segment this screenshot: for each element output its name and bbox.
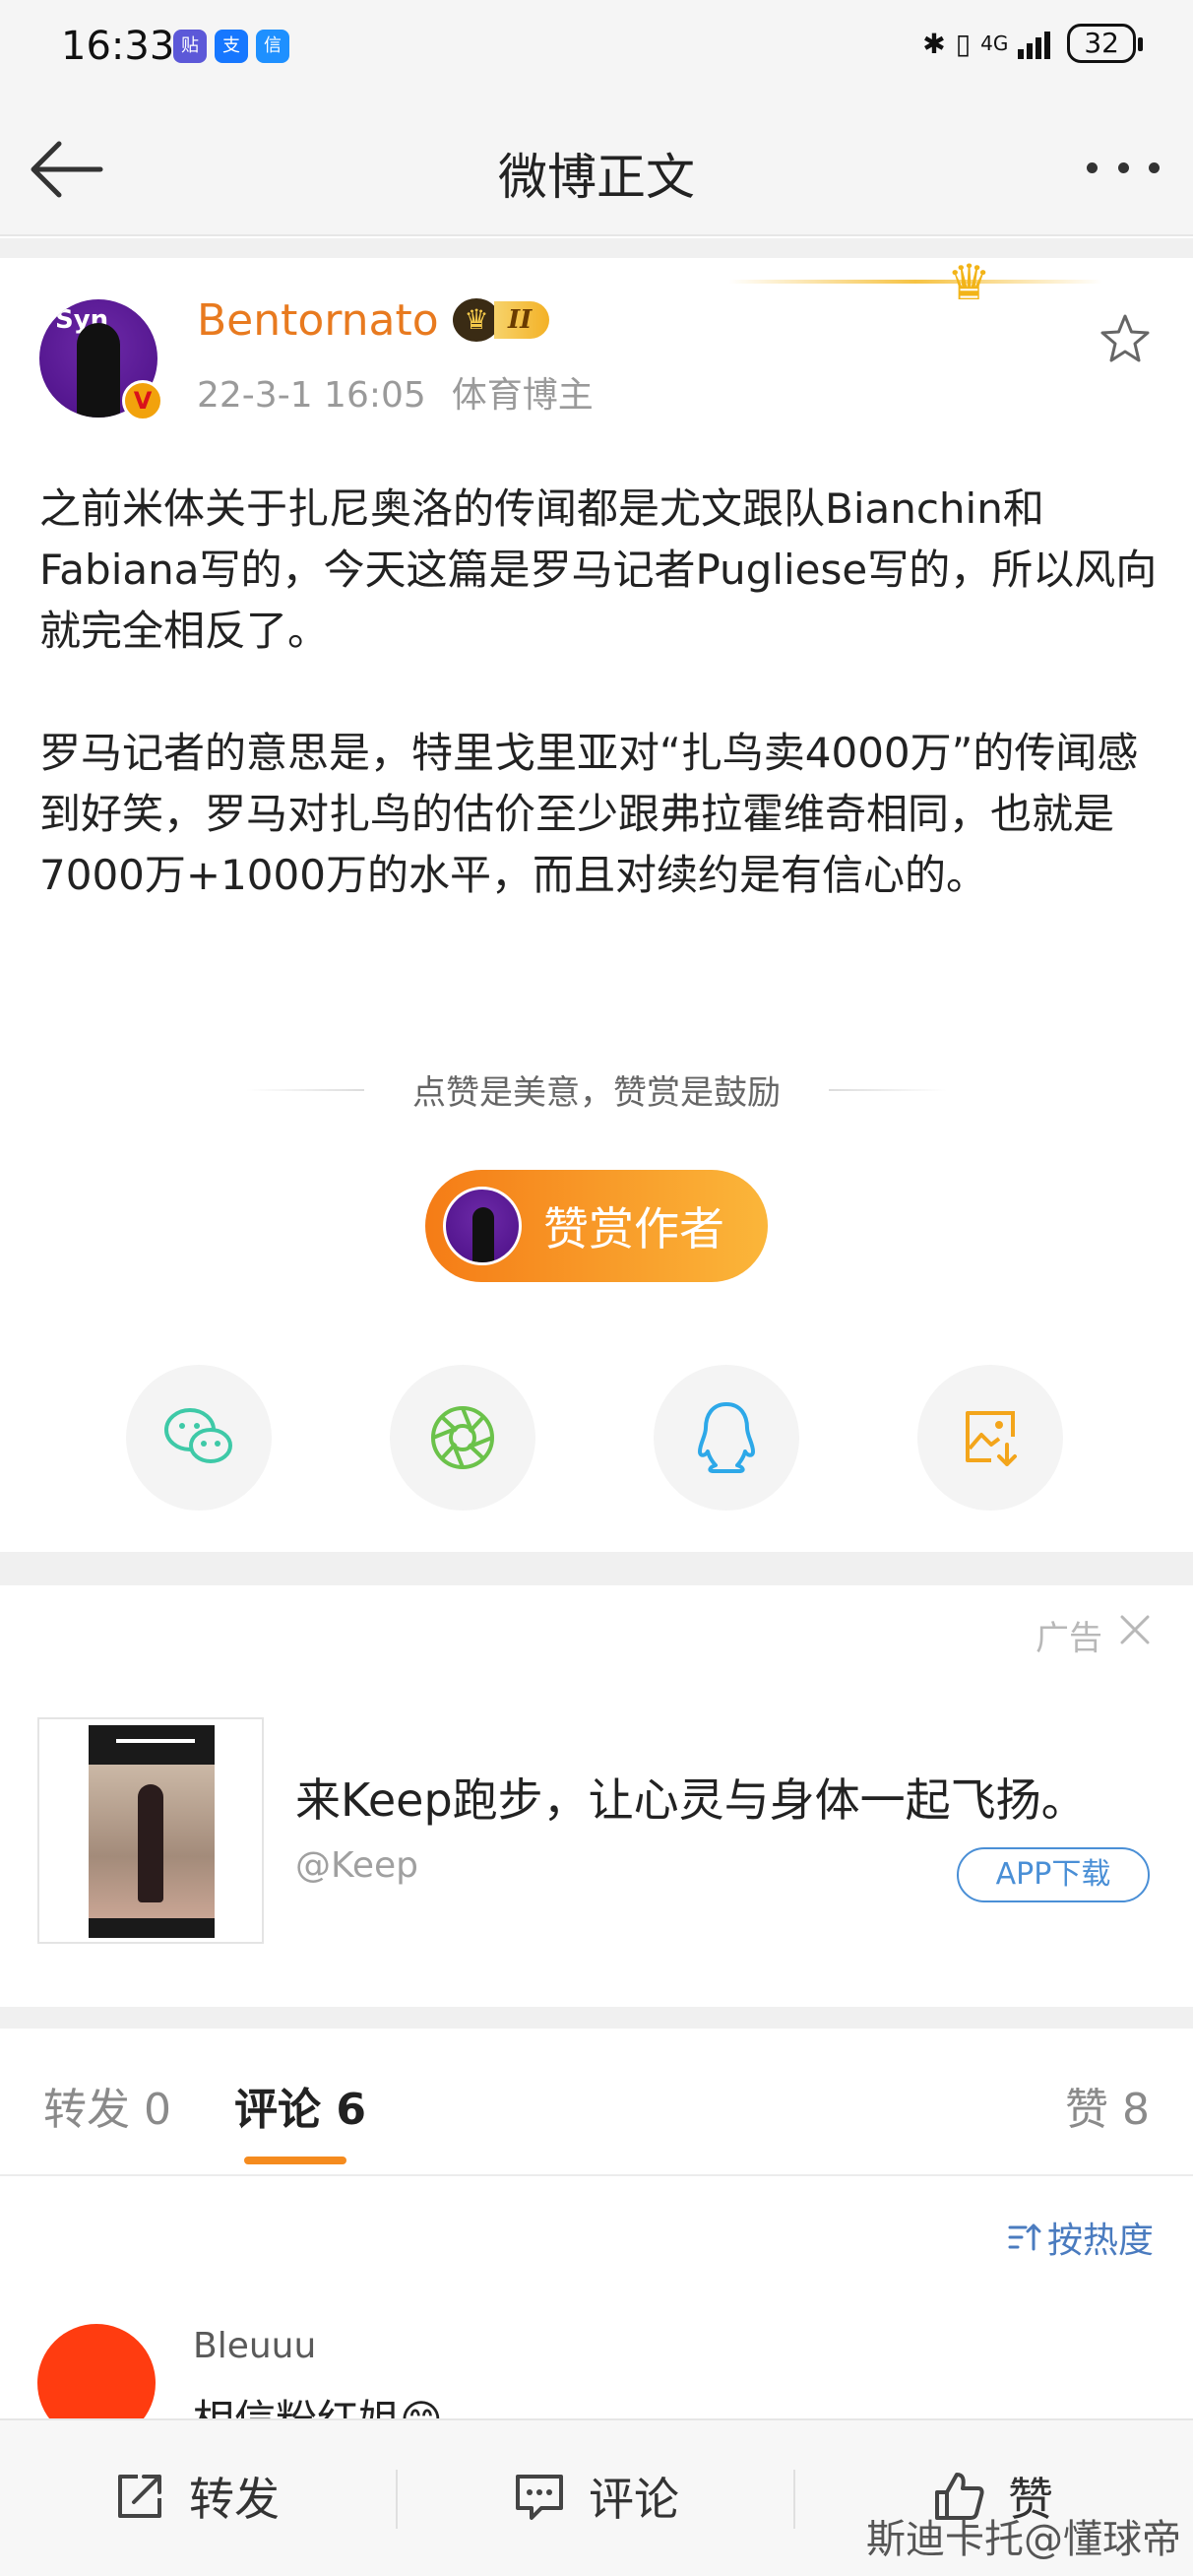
repost-icon: [118, 2475, 161, 2518]
message-app-icon: 信: [256, 30, 289, 63]
ad-card[interactable]: 广告 来Keep跑步，让心灵与身体一起飞扬。 @Keep APP下载: [0, 1585, 1193, 2007]
qq-icon: [698, 1402, 755, 1473]
author-name[interactable]: Bentornato: [197, 295, 439, 346]
tieba-app-icon: 贴: [173, 30, 207, 63]
section-divider: [0, 2007, 1193, 2029]
status-indicators: ✱ ▯ 4G 32: [922, 24, 1143, 63]
close-icon[interactable]: [1112, 1607, 1158, 1652]
ad-text[interactable]: 来Keep跑步，让心灵与身体一起飞扬。: [295, 1765, 1087, 1830]
status-time: 16:33: [61, 24, 175, 69]
post-date: 22-3-1 16:05: [197, 375, 426, 416]
comment-icon: [516, 2475, 563, 2520]
reward-hint: 点赞是美意，赞赏是鼓励: [412, 1073, 781, 1113]
tab-comments[interactable]: 评论 6: [234, 2074, 366, 2137]
post-content: 之前米体关于扎尼奥洛的传闻都是尤文跟队Bianchin和Fabiana写的，今天…: [39, 479, 1162, 906]
alipay-app-icon: 支: [215, 30, 248, 63]
divider: [396, 2470, 398, 2529]
network-label: 4G: [980, 32, 1009, 55]
ad-label: 广告: [1036, 1619, 1102, 1658]
reward-avatar: [443, 1187, 522, 1265]
moments-icon: [431, 1406, 494, 1469]
app-download-button[interactable]: APP下载: [957, 1847, 1150, 1902]
author-tag: 体育博主: [451, 375, 594, 416]
wechat-icon: [164, 1408, 232, 1463]
ad-handle[interactable]: @Keep: [295, 1845, 418, 1886]
more-dots-icon[interactable]: [1079, 138, 1167, 197]
signal-icon: [1018, 32, 1051, 59]
active-tab-indicator: [244, 2157, 346, 2164]
comment-button[interactable]: 评论: [512, 2464, 679, 2529]
verified-badge-icon: V: [122, 380, 163, 421]
reward-author-button[interactable]: 赞赏作者: [425, 1170, 768, 1282]
share-wechat-button[interactable]: [126, 1365, 272, 1511]
vip-badge[interactable]: ♛ II: [453, 297, 550, 343]
nav-bar: 微博正文: [0, 98, 1193, 236]
post-paragraph: 罗马记者的意思是，特里戈里亚对“扎鸟卖4000万”的传闻感到好笑，罗马对扎鸟的估…: [39, 729, 1139, 899]
favorite-star-icon[interactable]: [1097, 311, 1154, 368]
save-image-button[interactable]: [917, 1365, 1063, 1511]
section-divider: [0, 238, 1193, 258]
bluetooth-icon: ✱: [922, 27, 946, 60]
crown-decoration-icon: ♛: [947, 254, 991, 311]
tab-reposts[interactable]: 转发 0: [43, 2074, 171, 2137]
watermark: 斯迪卡托@懂球帝: [866, 2517, 1181, 2562]
section-divider: [0, 1552, 1193, 1585]
battery-indicator: 32: [1067, 24, 1143, 63]
post-paragraph: 之前米体关于扎尼奥洛的传闻都是尤文跟队Bianchin和Fabiana写的，今天…: [39, 484, 1158, 655]
share-moments-button[interactable]: [390, 1365, 535, 1511]
save-image-icon: [966, 1411, 1017, 1466]
page-title: 微博正文: [498, 149, 695, 206]
sort-by-hot-button[interactable]: 按热度: [1006, 2212, 1154, 2263]
post-meta: 22-3-1 16:05 体育博主: [197, 366, 594, 418]
sort-label: 按热度: [1046, 2221, 1154, 2261]
vip-crown-icon: ♛: [453, 298, 500, 342]
divider-line: [829, 1089, 947, 1091]
tab-likes[interactable]: 赞 8: [1065, 2074, 1150, 2137]
vip-level: II: [494, 301, 550, 339]
header-decoration: [728, 280, 1102, 284]
interaction-tabs: 转发 0 评论 6 赞 8: [0, 2029, 1193, 2176]
sort-icon: [1008, 2223, 1041, 2251]
repost-button[interactable]: 转发: [112, 2464, 280, 2529]
divider: [793, 2470, 795, 2529]
ad-thumbnail[interactable]: [37, 1717, 264, 1944]
vibrate-icon: ▯: [955, 27, 972, 60]
share-qq-button[interactable]: [654, 1365, 799, 1511]
commenter-name[interactable]: Bleuuu: [193, 2326, 316, 2366]
status-bar: 16:33 贴 支 信 ✱ ▯ 4G 32: [0, 0, 1193, 98]
